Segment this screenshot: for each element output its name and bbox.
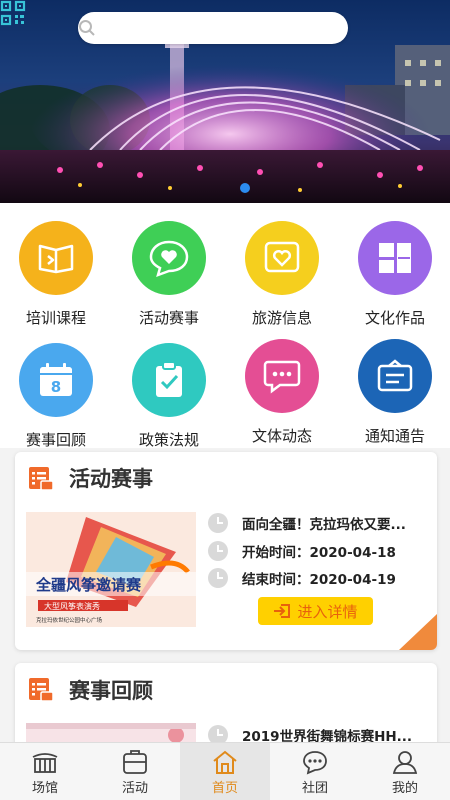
- grid-item-works[interactable]: 文化作品: [339, 221, 450, 328]
- corner-decoration: [399, 614, 437, 650]
- svg-text:克拉玛依世纪公园中心广场: 克拉玛依世纪公园中心广场: [36, 616, 103, 624]
- activity-icon: [123, 750, 147, 774]
- bottom-tab-bar: 场馆 活动 首页 社团 我的: [0, 742, 450, 800]
- chat-heart-icon: [132, 221, 206, 295]
- end-time: 结束时间：2020-04-19: [242, 572, 396, 588]
- grid-item-training[interactable]: 培训课程: [0, 221, 112, 328]
- grid-item-review[interactable]: 8 赛事回顾: [0, 343, 112, 450]
- start-time: 开始时间：2020-04-18: [242, 545, 396, 561]
- grid-item-notice[interactable]: 通知通告: [339, 339, 450, 446]
- venue-icon: [32, 753, 58, 773]
- grid-item-label: 政策法规: [138, 431, 199, 449]
- speech-bubble-icon: [245, 339, 319, 413]
- notice-icon: [358, 339, 432, 413]
- qr-scan-icon[interactable]: [0, 0, 26, 26]
- card-title: 赛事回顾: [69, 679, 153, 703]
- home-icon: [213, 750, 237, 774]
- grid-item-news[interactable]: 文体动态: [226, 339, 338, 446]
- tab-profile[interactable]: 我的: [360, 743, 450, 800]
- tab-label: 场馆: [31, 781, 58, 796]
- clock-icon: [208, 568, 228, 588]
- community-icon: [303, 751, 327, 775]
- app-screen: 培训课程 活动赛事 旅游信息 文化作品 8 赛事回顾 政策法规 文体动态 通知通…: [0, 0, 450, 800]
- grid-item-travel[interactable]: 旅游信息: [226, 221, 338, 328]
- tab-venue[interactable]: 场馆: [0, 743, 90, 800]
- grid-item-label: 通知通告: [364, 427, 425, 445]
- tab-home[interactable]: 首页: [180, 743, 270, 800]
- clock-icon: [208, 541, 228, 561]
- tab-community[interactable]: 社团: [270, 743, 360, 800]
- category-grid: 培训课程 活动赛事 旅游信息 文化作品 8 赛事回顾 政策法规 文体动态 通知通…: [0, 203, 450, 450]
- clipboard-check-icon: [132, 343, 206, 417]
- grid-item-policy[interactable]: 政策法规: [113, 343, 225, 450]
- tab-label: 首页: [211, 781, 238, 796]
- card-title: 活动赛事: [69, 467, 153, 491]
- grid-item-label: 活动赛事: [138, 309, 199, 327]
- search-icon[interactable]: [78, 19, 96, 37]
- grid-item-activities[interactable]: 活动赛事: [113, 221, 225, 328]
- list-badge-icon: [29, 678, 54, 702]
- profile-icon: [392, 751, 418, 774]
- tiles-icon: [358, 221, 432, 295]
- enter-icon: [274, 604, 291, 618]
- svg-text:全疆风筝邀请赛: 全疆风筝邀请赛: [35, 576, 142, 594]
- grid-item-label: 文体动态: [251, 427, 312, 445]
- search-input[interactable]: [78, 12, 348, 44]
- list-badge-icon: [29, 467, 54, 491]
- end-time-row: 结束时间：2020-04-19: [208, 568, 396, 588]
- heart-frame-icon: [245, 221, 319, 295]
- clock-icon: [208, 513, 228, 533]
- banner-carousel[interactable]: [0, 0, 450, 203]
- activity-title: 面向全疆！克拉玛依又要...: [242, 517, 406, 533]
- book-icon: [19, 221, 93, 295]
- grid-item-label: 旅游信息: [251, 309, 312, 327]
- tab-label: 活动: [121, 781, 148, 796]
- grid-item-label: 赛事回顾: [25, 431, 86, 449]
- carousel-indicator[interactable]: [240, 183, 250, 193]
- activity-poster-image[interactable]: 全疆风筝邀请赛 大型风筝表演秀 克拉玛依世纪公园中心广场: [26, 512, 196, 627]
- tab-activity[interactable]: 活动: [90, 743, 180, 800]
- calendar-icon: 8: [19, 343, 93, 417]
- tab-label: 我的: [391, 781, 418, 796]
- grid-item-label: 培训课程: [25, 309, 86, 327]
- activity-card: 活动赛事 全疆风筝邀请赛 大型风筝表演秀 克拉玛依世纪公园中心广场 面向全疆！克…: [15, 452, 437, 650]
- tab-label: 社团: [301, 781, 328, 796]
- grid-item-label: 文化作品: [364, 309, 425, 327]
- enter-details-label: 进入详情: [297, 602, 358, 621]
- enter-details-button[interactable]: 进入详情: [258, 597, 373, 625]
- svg-text:大型风筝表演秀: 大型风筝表演秀: [44, 601, 100, 611]
- svg-text:8: 8: [51, 378, 61, 396]
- activity-title-row[interactable]: 面向全疆！克拉玛依又要...: [208, 513, 406, 533]
- start-time-row: 开始时间：2020-04-18: [208, 541, 396, 561]
